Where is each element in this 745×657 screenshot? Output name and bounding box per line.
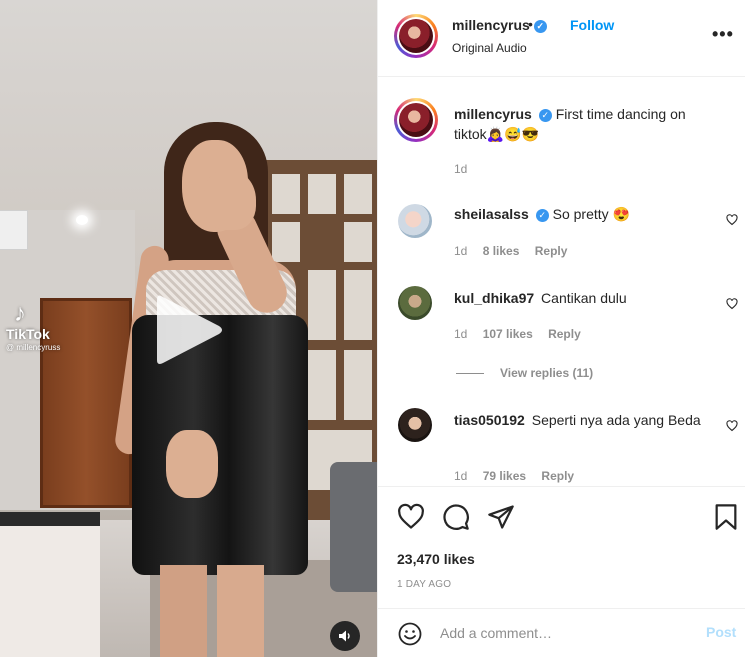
tiktok-username: @ millencyruss: [6, 343, 61, 352]
comment-username[interactable]: sheilasalss: [454, 206, 529, 222]
post-video[interactable]: ♪ TikTok @ millencyruss: [0, 0, 377, 657]
comment-username[interactable]: tias050192: [454, 412, 525, 428]
post-panel: millencyrus ✓ • Follow Original Audio •••…: [377, 0, 745, 657]
verified-badge-icon: ✓: [535, 209, 549, 222]
emoji-smiley-icon[interactable]: [398, 622, 422, 646]
play-icon[interactable]: [155, 292, 225, 368]
follow-button[interactable]: Follow: [570, 17, 614, 33]
comment-likes[interactable]: 107 likes: [483, 327, 533, 341]
comment-text: tias050192 Seperti nya ada yang Beda: [454, 410, 709, 430]
caption-text: millencyrus ✓ First time dancing on tikto…: [454, 104, 709, 144]
comment-reply-button[interactable]: Reply: [541, 469, 574, 483]
post-date[interactable]: 1 DAY AGO: [397, 579, 451, 590]
add-comment-bar: Post: [378, 608, 745, 657]
view-replies-button[interactable]: View replies (11): [456, 366, 593, 380]
replies-divider: [456, 373, 484, 375]
dancer: [110, 110, 310, 657]
verified-badge-icon: ✓: [533, 20, 547, 33]
comment-time[interactable]: 1d: [454, 469, 467, 483]
comment-avatar[interactable]: [398, 204, 432, 238]
author-username-text[interactable]: millencyrus: [452, 17, 530, 33]
author-avatar[interactable]: [394, 14, 438, 58]
comment-text: kul_dhika97 Cantikan dulu: [454, 288, 709, 308]
comment-reply-button[interactable]: Reply: [548, 327, 581, 341]
like-comment-heart-icon[interactable]: [726, 298, 738, 310]
comment-text: sheilasalss ✓ So pretty 😍: [454, 204, 709, 224]
caption-avatar[interactable]: [394, 98, 438, 142]
mute-button[interactable]: [330, 621, 360, 651]
like-comment-heart-icon[interactable]: [726, 214, 738, 226]
post-comment-button[interactable]: Post: [706, 624, 736, 640]
comment-username[interactable]: kul_dhika97: [454, 290, 534, 306]
share-paper-plane-icon[interactable]: [487, 503, 515, 531]
comment-bubble-icon[interactable]: [442, 503, 470, 531]
comment-meta: 1d 107 likes Reply: [454, 327, 593, 341]
save-bookmark-icon[interactable]: [712, 503, 740, 531]
comment-meta: 1d 8 likes Reply: [454, 244, 579, 258]
post-actions: 23,470 likes 1 DAY AGO: [378, 486, 745, 608]
comment-input[interactable]: [440, 623, 690, 643]
comment-time[interactable]: 1d: [454, 327, 467, 341]
comment-body: So pretty 😍: [552, 206, 630, 222]
caption-username[interactable]: millencyrus: [454, 106, 532, 122]
comment-likes[interactable]: 8 likes: [483, 244, 520, 258]
comment-reply-button[interactable]: Reply: [535, 244, 568, 258]
comment-likes[interactable]: 79 likes: [483, 469, 526, 483]
sofa: [330, 462, 377, 592]
verified-badge-icon: ✓: [538, 109, 552, 122]
comment-time[interactable]: 1d: [454, 244, 467, 258]
likes-count[interactable]: 23,470 likes: [397, 551, 475, 567]
post-header: millencyrus ✓ • Follow Original Audio •••: [378, 0, 745, 77]
tiktok-note-icon: ♪: [14, 300, 26, 327]
tiktok-watermark: ♪ TikTok @ millencyruss: [6, 300, 61, 353]
comments-list[interactable]: millencyrus ✓ First time dancing on tikto…: [378, 78, 745, 486]
comment-body: Seperti nya ada yang Beda: [531, 412, 701, 428]
view-replies-label[interactable]: View replies (11): [500, 366, 593, 380]
like-comment-heart-icon[interactable]: [726, 420, 738, 432]
comment-body: Cantikan dulu: [541, 290, 627, 306]
header-separator: •: [528, 16, 533, 32]
tiktok-brand: TikTok: [6, 326, 50, 342]
side-table: [0, 512, 100, 657]
original-audio-link[interactable]: Original Audio: [452, 41, 527, 55]
comment-avatar[interactable]: [398, 286, 432, 320]
caption-meta: 1d: [454, 162, 479, 176]
ceiling-light: [76, 215, 88, 225]
more-options-icon[interactable]: •••: [712, 24, 734, 45]
comment-avatar[interactable]: [398, 408, 432, 442]
caption-time[interactable]: 1d: [454, 162, 467, 176]
comment-meta: 1d 79 likes Reply: [454, 469, 586, 483]
speaker-icon: [339, 630, 350, 642]
like-heart-icon[interactable]: [397, 503, 425, 531]
air-conditioner: [0, 210, 28, 250]
